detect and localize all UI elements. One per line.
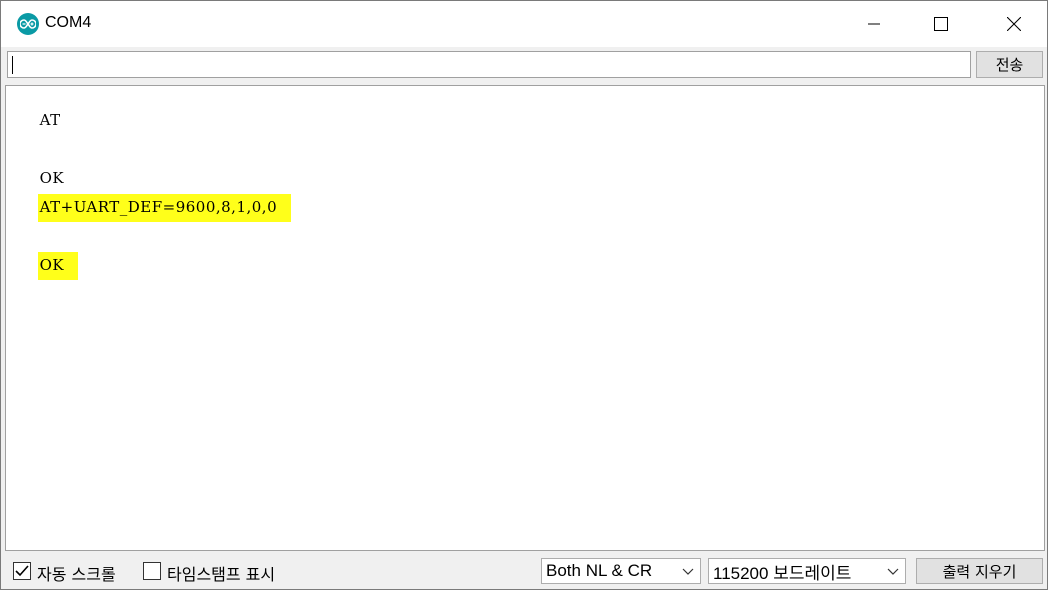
minimize-button[interactable] [851, 1, 897, 47]
title-bar[interactable]: COM4 [1, 1, 1047, 47]
baud-rate-select[interactable]: 115200 보드레이트 [708, 558, 906, 584]
timestamp-checkbox[interactable] [143, 562, 161, 580]
line-ending-value: Both NL & CR [546, 561, 653, 580]
serial-output[interactable]: AT OK AT+UART_DEF=9600,8,1,0,0 OK [5, 85, 1045, 551]
bottom-bar: 자동 스크롤 타임스탬프 표시 Both NL & CR 115200 보드레이… [1, 552, 1047, 589]
output-line-highlighted: OK [8, 238, 79, 292]
maximize-button[interactable] [918, 1, 964, 47]
text-caret [12, 56, 13, 74]
chevron-down-icon [887, 568, 899, 575]
send-input[interactable] [7, 51, 971, 78]
window-title: COM4 [45, 14, 92, 31]
checkmark-icon [15, 565, 29, 577]
close-icon [1007, 17, 1021, 31]
output-line-text: OK [37, 252, 79, 280]
arduino-logo-icon [17, 13, 39, 35]
serial-monitor-window: COM4 전송 AT OK AT+UART_DEF=9600,8,1,0,0 O… [0, 0, 1048, 590]
output-line-text: AT [39, 111, 61, 129]
clear-output-button[interactable]: 출력 지우기 [916, 558, 1043, 584]
autoscroll-checkbox[interactable] [13, 562, 31, 580]
line-ending-select[interactable]: Both NL & CR [541, 558, 701, 584]
autoscroll-label[interactable]: 자동 스크롤 [37, 561, 116, 585]
send-button[interactable]: 전송 [976, 51, 1043, 78]
send-row: 전송 [1, 47, 1047, 83]
chevron-down-icon [682, 568, 694, 575]
output-line-highlighted: AT+UART_DEF=9600,8,1,0,0 [8, 180, 292, 234]
baud-rate-value: 115200 보드레이트 [713, 563, 852, 583]
close-button[interactable] [991, 1, 1037, 47]
maximize-icon [934, 17, 948, 31]
timestamp-label[interactable]: 타임스탬프 표시 [167, 561, 275, 585]
minimize-icon [868, 23, 880, 25]
output-line: AT [8, 93, 61, 147]
output-line-text: AT+UART_DEF=9600,8,1,0,0 [37, 194, 292, 222]
